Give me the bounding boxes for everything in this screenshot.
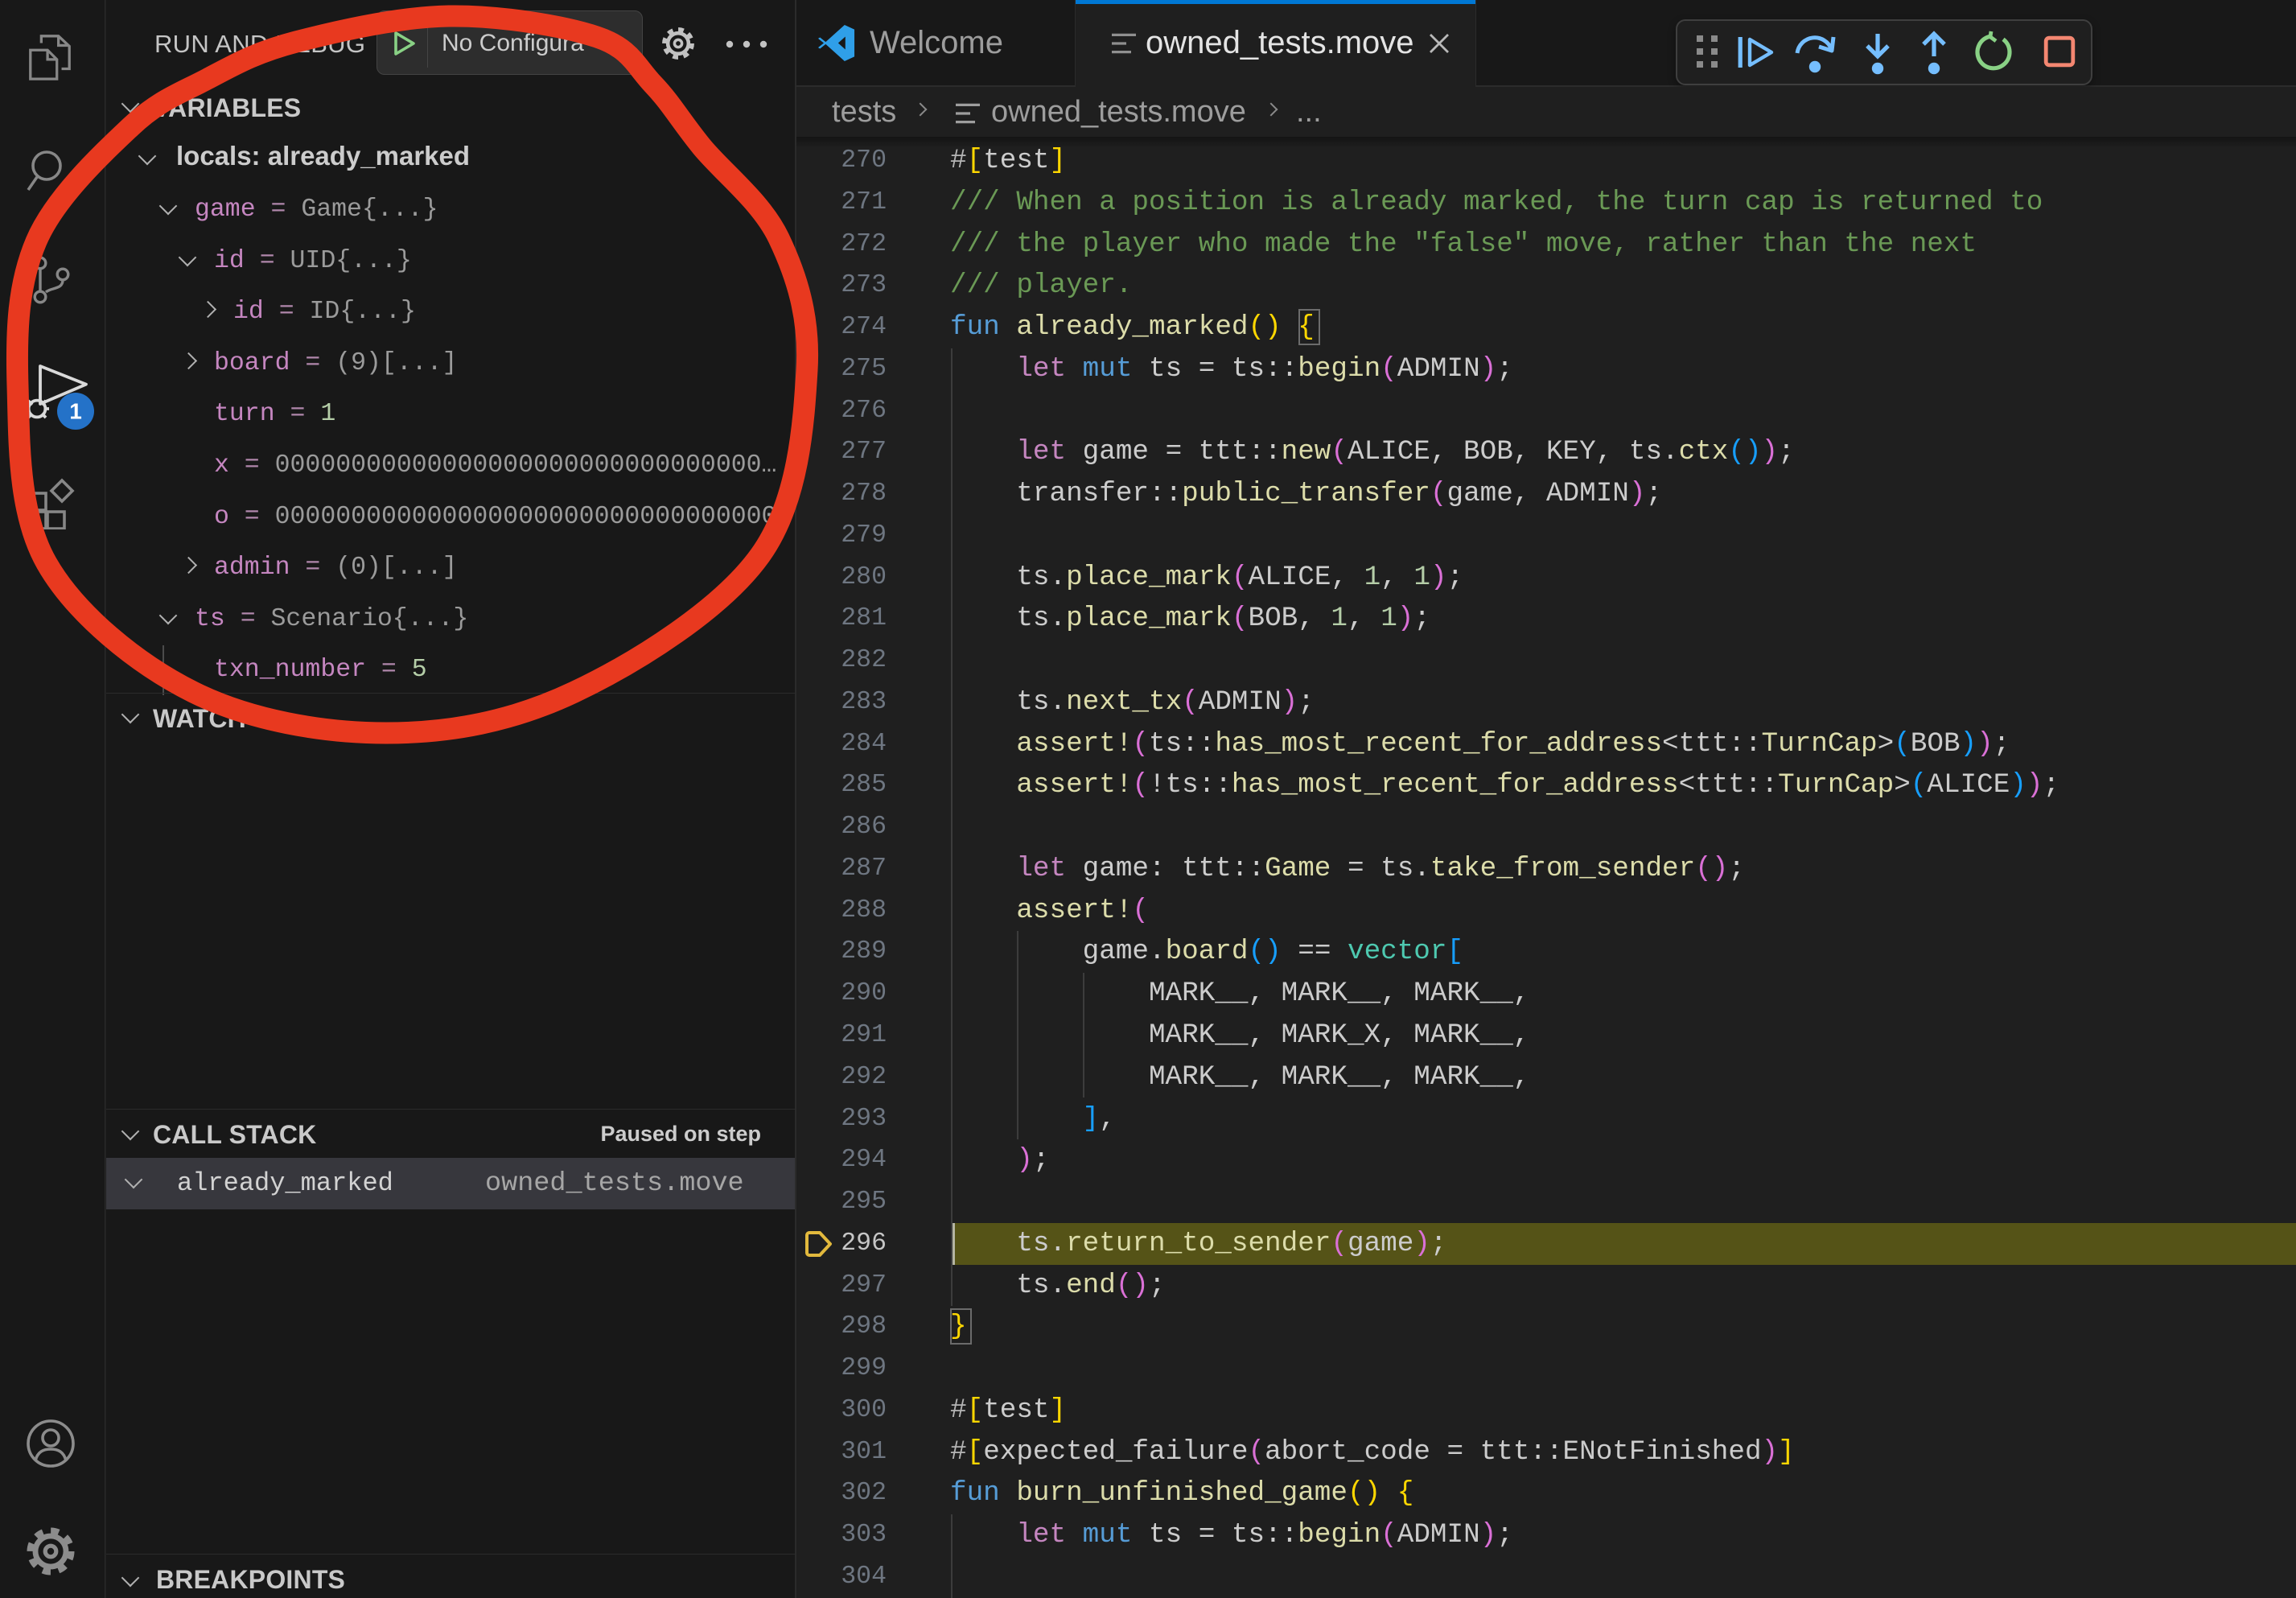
svg-text:1: 1: [69, 399, 82, 424]
